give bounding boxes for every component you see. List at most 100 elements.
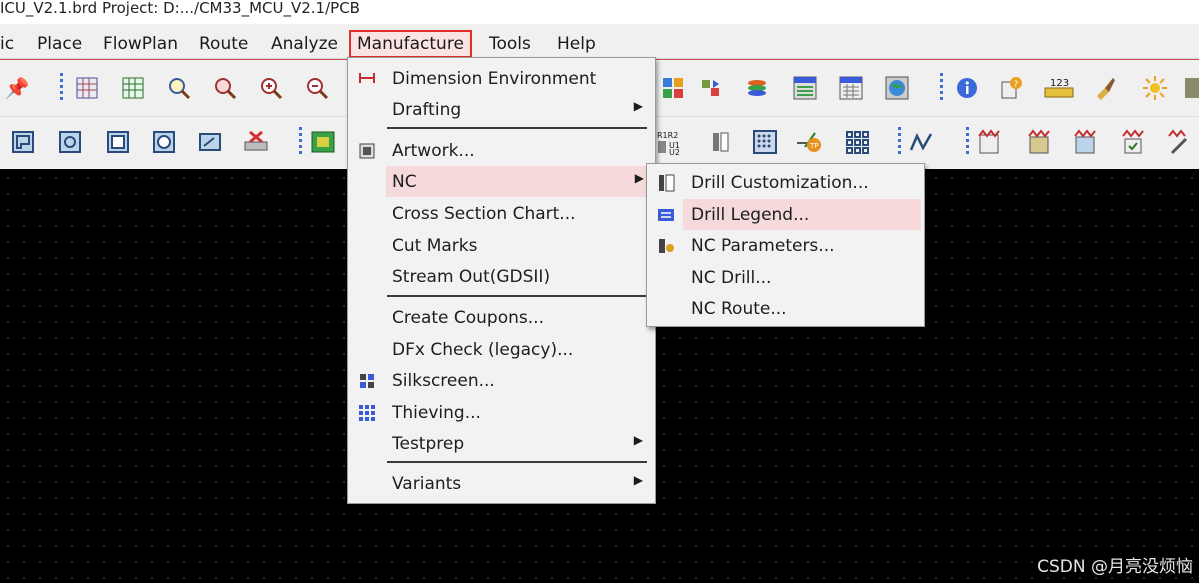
rename-refdes-icon[interactable]: R1R2 U1 U2 <box>656 128 686 156</box>
globe-icon[interactable] <box>882 74 912 102</box>
menu-item-testprep[interactable]: Testprep ▶ <box>348 428 655 459</box>
menu-tools[interactable]: Tools <box>489 33 531 55</box>
zoom-window-icon[interactable] <box>210 74 240 102</box>
menu-flowplan[interactable]: FlowPlan <box>103 33 178 55</box>
menu-item-drill-customization[interactable]: Drill Customization... <box>647 167 924 198</box>
pad-array-icon[interactable] <box>750 128 780 156</box>
menu-item-silkscreen[interactable]: Silkscreen... <box>348 365 655 396</box>
report-icon-1[interactable] <box>974 128 1004 156</box>
menu-item-artwork[interactable]: Artwork... <box>348 135 655 166</box>
stack-icon[interactable] <box>742 74 772 102</box>
report-icon-3[interactable] <box>1070 128 1100 156</box>
menu-manufacture[interactable]: Manufacture <box>349 30 472 58</box>
ecm-icon[interactable] <box>790 74 820 102</box>
menu-item-label: Dimension Environment <box>392 69 597 89</box>
svg-text:U2: U2 <box>669 148 680 155</box>
menu-item-label: Thieving... <box>392 403 481 423</box>
pin-icon[interactable]: 📌 <box>2 74 32 102</box>
menu-item-stream-out[interactable]: Stream Out(GDSII) <box>348 261 655 292</box>
zoom-out-icon[interactable] <box>302 74 332 102</box>
testpoint-icon[interactable]: TP <box>794 128 824 156</box>
menu-item-label: NC <box>392 172 417 192</box>
zoom-fit-icon[interactable] <box>164 74 194 102</box>
menu-item-variants[interactable]: Variants ▶ <box>348 468 655 499</box>
dfa-icon[interactable] <box>836 74 866 102</box>
menu-help[interactable]: Help <box>557 33 596 55</box>
component-icon[interactable] <box>704 128 734 156</box>
layer-icon[interactable] <box>696 74 726 102</box>
zoom-in-icon[interactable] <box>256 74 286 102</box>
via-array-icon[interactable] <box>842 128 872 156</box>
watermark: CSDN @月亮没烦恼 <box>1037 557 1193 577</box>
shape-delete-icon[interactable] <box>241 128 271 156</box>
nc-parameters-icon <box>656 236 676 256</box>
grid-snap-icon[interactable] <box>118 74 148 102</box>
dimension-icon <box>358 70 376 88</box>
menu-item-dimension-environment[interactable]: Dimension Environment <box>348 63 655 94</box>
report-icon-4[interactable] <box>1118 128 1148 156</box>
svg-text:TP: TP <box>809 142 819 150</box>
menu-bar: ic Place FlowPlan Route Analyze Manufact… <box>0 24 1199 59</box>
manufacture-menu: Dimension Environment Drafting ▶ Artwork… <box>347 57 656 504</box>
menu-logic[interactable]: ic <box>0 33 14 55</box>
menu-item-cross-section-chart[interactable]: Cross Section Chart... <box>348 198 655 229</box>
report-icon-2[interactable] <box>1024 128 1054 156</box>
toolbar-separator <box>940 73 943 103</box>
menu-item-label: Silkscreen... <box>392 371 495 391</box>
menu-item-drill-legend[interactable]: Drill Legend... <box>683 199 921 230</box>
drill-legend-icon <box>656 205 676 225</box>
measure-icon[interactable]: 123 <box>1044 74 1074 102</box>
menu-item-cut-marks[interactable]: Cut Marks <box>348 230 655 261</box>
menu-item-drafting[interactable]: Drafting ▶ <box>348 94 655 125</box>
shape-add-icon[interactable] <box>195 128 225 156</box>
menu-item-label: Artwork... <box>392 141 475 161</box>
brush-icon[interactable] <box>1090 74 1120 102</box>
thieving-icon <box>358 404 376 422</box>
grid-icon[interactable] <box>72 74 102 102</box>
info-icon[interactable] <box>952 74 982 102</box>
silkscreen-icon <box>358 372 376 390</box>
menu-divider <box>387 461 647 463</box>
more-icon[interactable] <box>1178 74 1199 102</box>
menu-item-nc-drill[interactable]: NC Drill... <box>647 262 924 293</box>
menu-item-label: NC Parameters... <box>691 236 835 256</box>
drill-customization-icon <box>656 173 676 193</box>
menu-divider <box>387 295 647 297</box>
menu-item-label: Drafting <box>392 100 462 120</box>
menu-item-label: Cross Section Chart... <box>392 204 576 224</box>
shape-circle-icon[interactable] <box>149 128 179 156</box>
svg-text:123: 123 <box>1050 78 1069 89</box>
shape-rect-icon[interactable] <box>103 128 133 156</box>
menu-item-label: Create Coupons... <box>392 308 544 328</box>
menu-item-label: Drill Legend... <box>691 205 810 225</box>
menu-item-create-coupons[interactable]: Create Coupons... <box>348 302 655 333</box>
menu-item-label: DFx Check (legacy)... <box>392 340 574 360</box>
submenu-arrow-icon: ▶ <box>633 473 643 487</box>
svg-text:R1R2: R1R2 <box>657 131 678 140</box>
menu-item-dfx-check[interactable]: DFx Check (legacy)... <box>348 334 655 365</box>
query-icon[interactable]: ? <box>996 74 1026 102</box>
menu-item-nc-parameters[interactable]: NC Parameters... <box>647 230 924 261</box>
menu-analyze[interactable]: Analyze <box>271 33 338 55</box>
report-icon-5[interactable] <box>1164 128 1194 156</box>
route-icon[interactable] <box>906 128 936 156</box>
shape-poly-icon[interactable] <box>8 128 38 156</box>
toolbar-separator <box>60 73 63 103</box>
color-grid-icon[interactable] <box>658 74 688 102</box>
menu-place[interactable]: Place <box>37 33 82 55</box>
menu-item-label: NC Route... <box>691 299 787 319</box>
artwork-icon <box>358 142 376 160</box>
menu-item-thieving[interactable]: Thieving... <box>348 397 655 428</box>
menu-item-label: Drill Customization... <box>691 173 869 193</box>
svg-text:?: ? <box>1014 80 1019 90</box>
nc-submenu: Drill Customization... Drill Legend... N… <box>646 163 925 327</box>
sun-icon[interactable] <box>1140 74 1170 102</box>
toolbar-separator <box>966 127 969 157</box>
menu-item-nc[interactable]: NC ▶ <box>386 166 652 197</box>
menu-item-label: Testprep <box>392 434 465 454</box>
submenu-arrow-icon: ▶ <box>633 433 643 447</box>
shape-rotate-icon[interactable] <box>55 128 85 156</box>
menu-item-nc-route[interactable]: NC Route... <box>647 293 924 324</box>
menu-route[interactable]: Route <box>199 33 248 55</box>
board-icon[interactable] <box>308 128 338 156</box>
